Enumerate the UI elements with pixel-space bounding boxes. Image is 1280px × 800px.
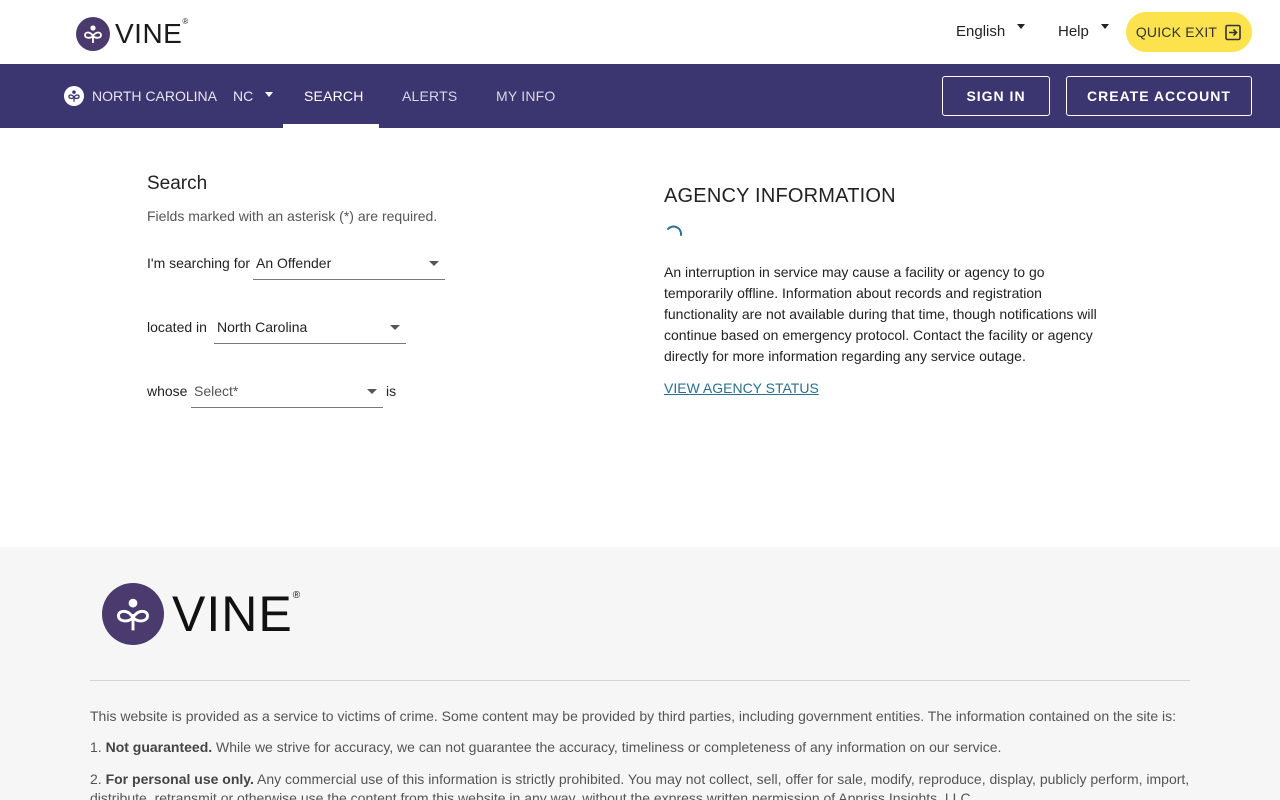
quick-exit-button[interactable]: QUICK EXIT	[1126, 12, 1252, 52]
service-interruption-text: An interruption in service may cause a f…	[664, 264, 1097, 364]
nav-active-indicator	[283, 124, 379, 128]
footer-logo-text: VINE®	[172, 586, 302, 642]
footer-divider	[90, 680, 1190, 681]
nav-my-info[interactable]: MY INFO	[496, 88, 555, 104]
located-in-select[interactable]: North Carolina	[214, 312, 406, 344]
spinner-icon	[667, 225, 683, 236]
footer-vine-logo: VINE®	[102, 583, 301, 645]
vine-flower-icon	[64, 86, 84, 106]
quick-exit-label: QUICK EXIT	[1135, 24, 1218, 40]
search-title: Search	[147, 173, 208, 194]
view-agency-status-link[interactable]: VIEW AGENCY STATUS	[664, 380, 819, 396]
searching-for-value: An Offender	[256, 255, 332, 271]
chevron-down-icon	[265, 91, 274, 97]
footer-item-2: 2. For personal use only. Any commercial…	[90, 771, 1190, 800]
nav-search[interactable]: SEARCH	[304, 88, 364, 104]
footer-intro: This website is provided as a service to…	[90, 708, 1177, 724]
state-code-dropdown[interactable]: NC	[232, 88, 274, 104]
nav-alerts[interactable]: ALERTS	[402, 88, 457, 104]
create-account-button[interactable]: CREATE ACCOUNT	[1066, 76, 1252, 116]
state-selector[interactable]: NORTH CAROLINA NC	[64, 86, 274, 106]
sign-in-button[interactable]: SIGN IN	[942, 76, 1050, 116]
footer: VINE® This website is provided as a serv…	[0, 547, 1280, 800]
help-dropdown[interactable]: Help	[1058, 23, 1109, 40]
logo-text: VINE®	[115, 17, 189, 49]
state-name: NORTH CAROLINA	[92, 88, 217, 104]
searching-for-select[interactable]: An Offender	[253, 248, 445, 280]
whose-select[interactable]: Select*	[191, 376, 383, 408]
required-fields-hint: Fields marked with an asterisk (*) are r…	[147, 208, 438, 224]
state-code-label: NC	[232, 88, 254, 104]
language-label: English	[956, 23, 1006, 40]
whose-placeholder: Select*	[194, 383, 239, 399]
exit-door-icon	[1225, 24, 1241, 40]
footer-item-1: 1. Not guaranteed. While we strive for a…	[90, 739, 1002, 755]
dropdown-arrow-icon	[367, 389, 377, 394]
dropdown-arrow-icon	[390, 325, 400, 330]
dropdown-arrow-icon	[429, 261, 439, 266]
located-in-label: located in	[147, 319, 207, 335]
located-in-value: North Carolina	[217, 319, 308, 335]
top-header: VINE® English Help QUICK EXIT	[0, 0, 1280, 64]
searching-for-label: I'm searching for	[147, 255, 251, 271]
chevron-down-icon	[1017, 24, 1026, 29]
help-label: Help	[1058, 23, 1089, 40]
vine-flower-icon	[76, 17, 110, 51]
vine-logo[interactable]: VINE®	[76, 17, 189, 51]
whose-label: whose	[147, 383, 188, 399]
agency-info-title: AGENCY INFORMATION	[664, 185, 896, 207]
chevron-down-icon	[1100, 24, 1109, 29]
language-dropdown[interactable]: English	[956, 23, 1026, 40]
vine-flower-icon	[102, 583, 164, 645]
is-label: is	[386, 383, 397, 399]
